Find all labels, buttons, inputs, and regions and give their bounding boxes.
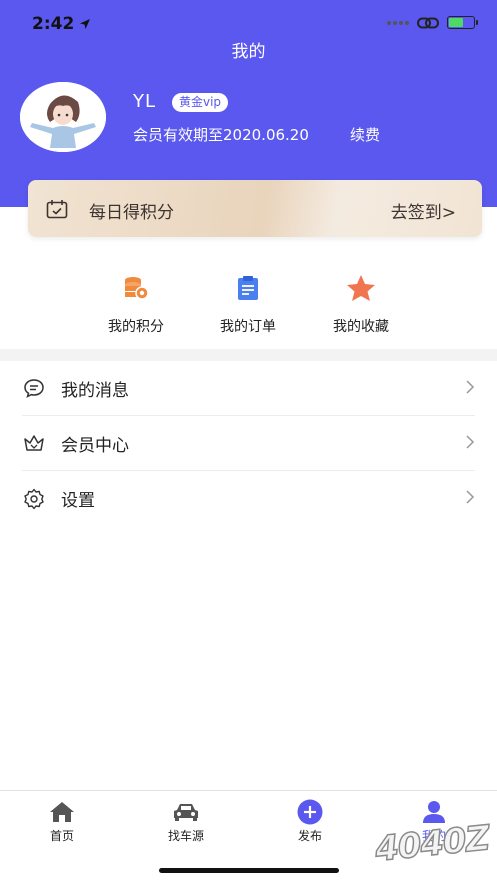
signal-icon: [387, 20, 409, 25]
chevron-right-icon: [466, 435, 475, 449]
crown-icon: [24, 435, 44, 451]
tab-label: 找车源: [167, 829, 204, 843]
quick-action-label: 我的积分: [108, 319, 164, 335]
avatar-illustration-icon: [20, 82, 106, 152]
vip-badge: 黄金vip: [172, 93, 229, 112]
user-icon: [423, 801, 445, 823]
status-time: 2:42: [32, 14, 91, 34]
checkin-button[interactable]: 去签到>: [391, 198, 456, 223]
star-icon: [347, 275, 375, 301]
location-arrow-icon: [80, 19, 91, 29]
tab-label: 首页: [49, 829, 74, 843]
menu-list: 我的消息 会员中心 设置: [0, 361, 497, 526]
quick-action-orders[interactable]: 我的订单: [198, 268, 298, 336]
chevron-right-icon: [466, 380, 475, 394]
tab-publish[interactable]: 发布: [265, 799, 355, 844]
quick-actions: 我的积分 我的订单 我的收藏: [0, 268, 497, 348]
section-divider: [0, 349, 497, 361]
profile-header: 2:42 我的 YL 黄金vip 会员有效期至2020.06.20 续费: [0, 0, 497, 207]
status-time-text: 2:42: [32, 14, 75, 34]
calendar-check-icon: [46, 200, 68, 219]
membership-expiry: 会员有效期至2020.06.20: [133, 126, 309, 144]
plus-icon: [297, 799, 323, 825]
quick-action-points[interactable]: 我的积分: [86, 268, 186, 336]
home-indicator: [159, 868, 339, 873]
status-indicators: [387, 16, 478, 29]
gear-icon: [24, 488, 44, 509]
menu-item-label: 会员中心: [61, 435, 129, 456]
menu-item-settings[interactable]: 设置: [22, 471, 475, 526]
home-icon: [50, 802, 74, 822]
chevron-right-icon: [466, 490, 475, 504]
coins-icon: [125, 277, 149, 300]
quick-action-label: 我的订单: [220, 319, 276, 335]
tab-label: 发布: [297, 829, 322, 843]
tab-home[interactable]: 首页: [17, 799, 107, 844]
page-title: 我的: [231, 42, 266, 62]
tab-find-cars[interactable]: 找车源: [141, 799, 231, 844]
quick-action-favorites[interactable]: 我的收藏: [311, 268, 411, 336]
car-icon: [174, 804, 198, 821]
menu-item-label: 我的消息: [61, 380, 129, 401]
menu-item-messages[interactable]: 我的消息: [22, 361, 475, 416]
checkin-label: 每日得积分: [89, 203, 174, 223]
battery-icon: [447, 16, 478, 29]
link-icon: [417, 17, 439, 28]
menu-item-label: 设置: [61, 491, 95, 511]
avatar[interactable]: [20, 82, 106, 152]
username: YL: [133, 91, 157, 112]
renew-link[interactable]: 续费: [350, 124, 380, 145]
checkin-card[interactable]: 每日得积分 去签到>: [28, 180, 482, 237]
quick-action-label: 我的收藏: [333, 319, 389, 335]
menu-item-membership[interactable]: 会员中心: [22, 416, 475, 471]
clipboard-icon: [238, 276, 258, 300]
message-icon: [24, 379, 44, 398]
